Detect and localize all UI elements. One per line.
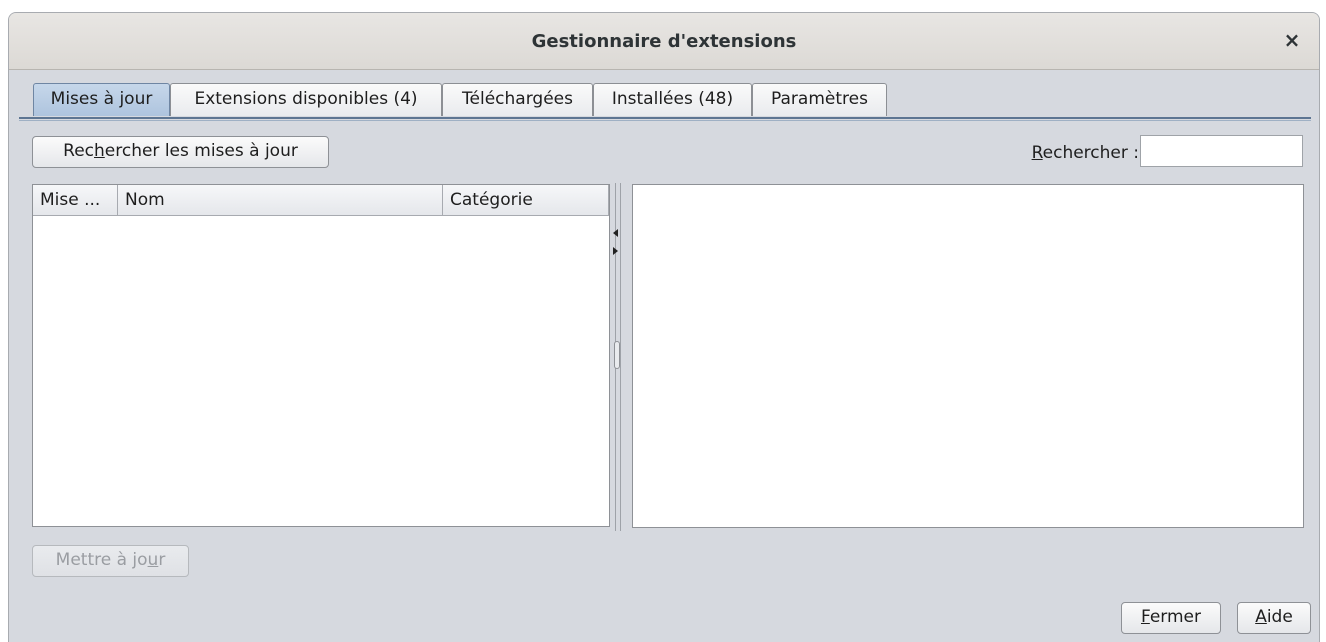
tab-downloaded[interactable]: Téléchargées	[442, 83, 593, 116]
column-header-update[interactable]: Mise ...	[33, 185, 118, 215]
dialog-title: Gestionnaire d'extensions	[531, 31, 797, 52]
column-header-name[interactable]: Nom	[118, 185, 443, 215]
table-header: Mise ... Nom Catégorie	[33, 185, 609, 216]
tab-divider	[19, 117, 1311, 119]
column-header-category[interactable]: Catégorie	[443, 185, 609, 215]
tab-updates[interactable]: Mises à jour	[33, 83, 170, 116]
search-label: Rechercher :	[1031, 143, 1139, 163]
extension-manager-dialog: Gestionnaire d'extensions × Mises à jour…	[8, 12, 1320, 642]
collapse-left-icon[interactable]	[613, 229, 618, 237]
tab-installed[interactable]: Installées (48)	[593, 83, 752, 116]
update-button[interactable]: Mettre à jour	[32, 545, 189, 577]
updates-table: Mise ... Nom Catégorie	[32, 184, 610, 527]
tab-divider-shadow	[19, 120, 1311, 121]
expand-right-icon[interactable]	[613, 247, 618, 255]
title-bar: Gestionnaire d'extensions ×	[9, 13, 1319, 70]
drag-handle-icon[interactable]	[614, 341, 620, 369]
extension-details-panel	[632, 184, 1304, 528]
divider-line-right	[620, 183, 621, 531]
close-icon[interactable]: ×	[1279, 27, 1305, 53]
split-pane-divider[interactable]	[612, 183, 630, 531]
search-input[interactable]	[1140, 135, 1303, 167]
tab-settings[interactable]: Paramètres	[752, 83, 887, 116]
tab-available-extensions[interactable]: Extensions disponibles (4)	[170, 83, 442, 116]
check-updates-button[interactable]: Rechercher les mises à jour	[32, 136, 329, 168]
close-button[interactable]: Fermer	[1121, 602, 1221, 634]
help-button[interactable]: Aide	[1237, 602, 1311, 634]
